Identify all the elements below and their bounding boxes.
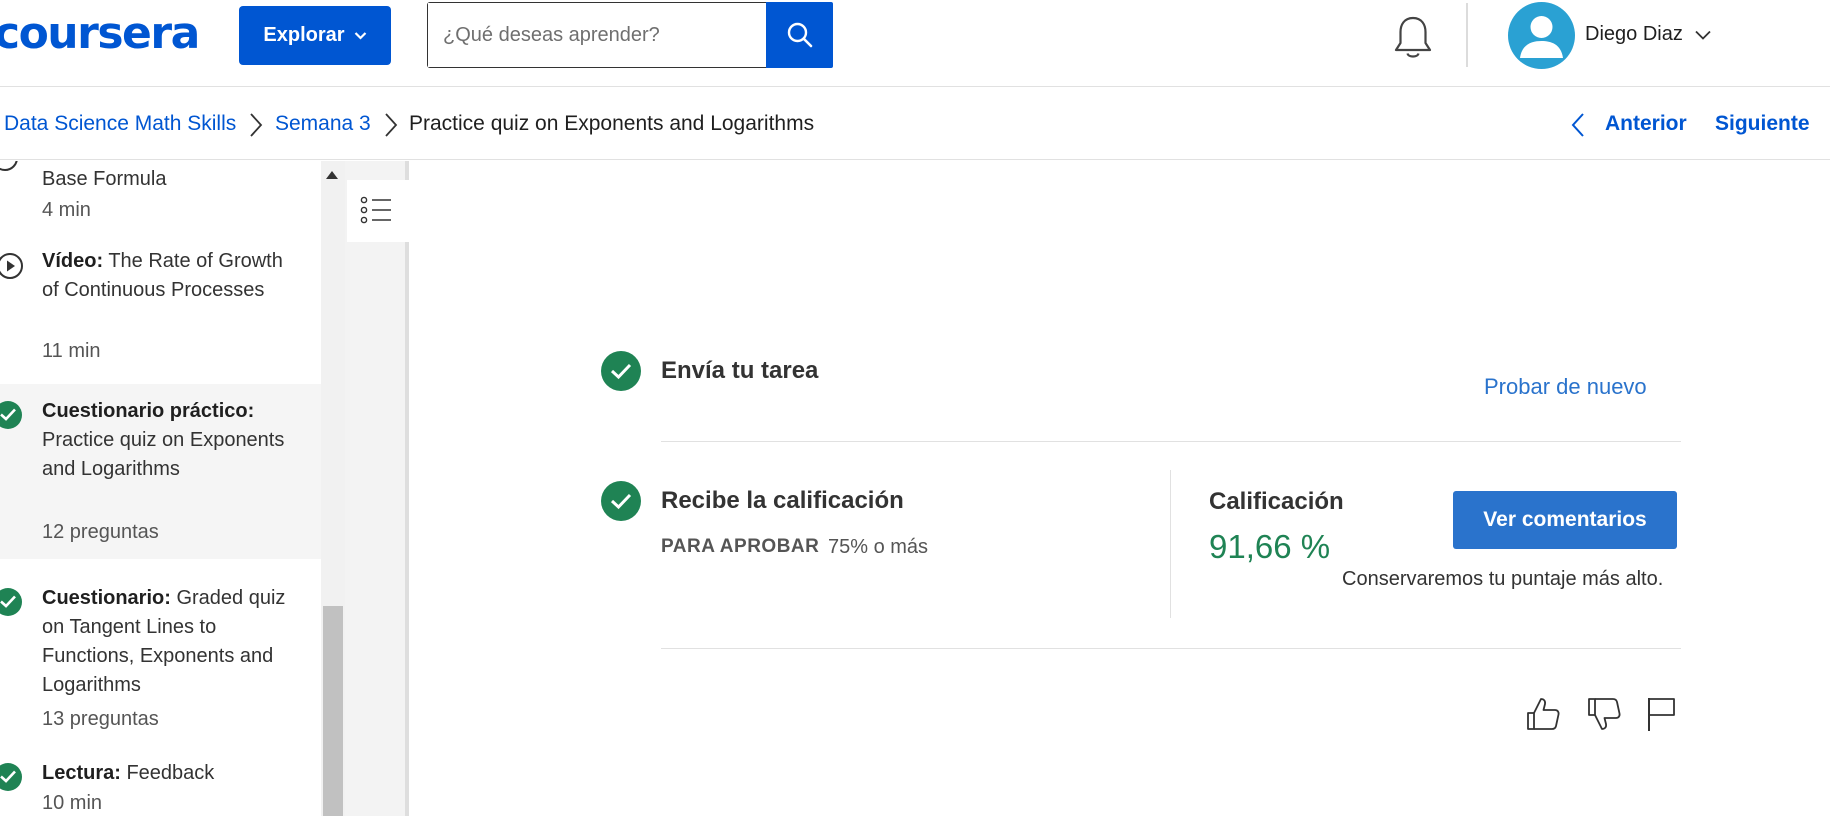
search-box (427, 2, 833, 68)
sidebar-item-meta: 10 min (42, 792, 103, 814)
breadcrumb-course[interactable]: Data Science Math Skills (4, 112, 236, 136)
play-icon (0, 253, 23, 279)
search-icon (787, 22, 812, 48)
scroll-up-arrow-icon[interactable] (326, 171, 338, 179)
user-name[interactable]: Diego Diaz (1585, 23, 1683, 46)
submit-step-title: Envía tu tarea (661, 357, 819, 384)
course-outline-sidebar: Base Formula 4 min Vídeo: The Rate of Gr… (0, 161, 322, 816)
completed-check-icon (0, 763, 22, 791)
pass-label: PARA APROBAR (661, 536, 820, 557)
keep-highest-score-note: Conservaremos tu puntaje más alto. (1342, 568, 1664, 590)
divider (661, 441, 1681, 442)
breadcrumb-week[interactable]: Semana 3 (275, 112, 371, 136)
divider (661, 648, 1681, 649)
vertical-divider (1170, 470, 1171, 618)
sidebar-item-practice-quiz[interactable]: Cuestionario práctico: Practice quiz on … (0, 384, 322, 559)
sidebar-item-meta: 13 preguntas (42, 708, 159, 730)
previous-link[interactable]: Anterior (1605, 112, 1687, 136)
sidebar-item-reading[interactable]: Lectura: Feedback 10 min (0, 746, 322, 816)
next-link[interactable]: Siguiente (1715, 112, 1810, 136)
sidebar-item-meta: 11 min (42, 340, 101, 362)
completed-check-icon (0, 588, 22, 616)
explore-button-label: Explorar (263, 24, 345, 46)
top-header: coursera Explorar Diego Diaz (0, 0, 1830, 87)
notifications-bell-icon[interactable] (1391, 14, 1435, 62)
flag-icon[interactable] (1642, 694, 1682, 734)
grade-step-title: Recibe la calificación (661, 487, 904, 514)
chevron-right-icon (385, 113, 398, 137)
user-avatar-icon (1520, 16, 1563, 58)
search-input[interactable] (428, 3, 766, 67)
thumbs-up-icon[interactable] (1523, 694, 1563, 734)
chevron-left-icon[interactable] (1570, 112, 1585, 138)
sidebar-item-text: Lectura: Feedback (42, 762, 215, 784)
grade-label: Calificación (1209, 488, 1344, 515)
header-divider (1466, 3, 1468, 67)
toggle-outline-button[interactable] (347, 180, 409, 242)
sidebar-item-meta: 4 min (42, 199, 91, 221)
submitted-check-icon (601, 351, 641, 391)
breadcrumb: Data Science Math Skills Semana 3 Practi… (0, 88, 1830, 160)
grade-value: 91,66 % (1209, 528, 1331, 565)
user-menu-chevron-icon[interactable] (1695, 29, 1711, 41)
avatar[interactable] (1508, 2, 1575, 69)
sidebar-item-text: Vídeo: The Rate of Growth of Continuous … (42, 250, 283, 301)
graded-check-icon (601, 481, 641, 521)
sidebar-scrollbar-thumb[interactable] (323, 606, 343, 816)
search-button[interactable] (766, 2, 833, 68)
retry-link[interactable]: Probar de nuevo (1484, 374, 1647, 400)
sidebar-item-graded-quiz[interactable]: Cuestionario: Graded quiz on Tangent Lin… (0, 571, 322, 731)
list-icon (360, 196, 391, 224)
sidebar-item-text: Cuestionario: Graded quiz on Tangent Lin… (42, 587, 286, 696)
outline-gutter (345, 161, 409, 816)
explore-button[interactable]: Explorar (239, 6, 391, 65)
coursera-logo[interactable]: coursera (0, 8, 200, 59)
breadcrumb-current: Practice quiz on Exponents and Logarithm… (409, 112, 815, 135)
sidebar-item-base-formula[interactable]: Base Formula 4 min (0, 161, 322, 233)
completed-check-icon (0, 401, 22, 429)
sidebar-item-text: Cuestionario práctico: Practice quiz on … (42, 400, 285, 480)
chevron-right-icon (250, 113, 263, 137)
status-circle-icon (0, 161, 18, 171)
pass-value: 75% o más (828, 536, 929, 558)
sidebar-item-meta: 12 preguntas (42, 521, 159, 543)
view-feedback-button[interactable]: Ver comentarios (1453, 491, 1677, 549)
chevron-down-icon (354, 32, 366, 40)
sidebar-item-title: Base Formula (42, 168, 167, 190)
thumbs-down-icon[interactable] (1584, 694, 1624, 734)
sidebar-item-video[interactable]: Vídeo: The Rate of Growth of Continuous … (0, 247, 322, 362)
